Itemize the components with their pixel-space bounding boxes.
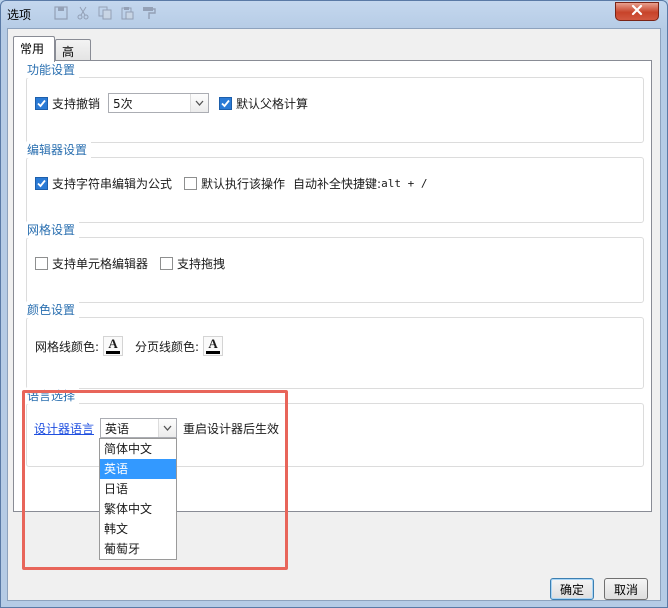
string-formula-checkbox[interactable]	[35, 177, 48, 190]
font-color-icon: A	[108, 336, 118, 351]
parent-calc-checkbox[interactable]	[219, 96, 233, 110]
group-title: 功能设置	[27, 61, 80, 78]
undo-label: 支持撤销	[52, 96, 101, 111]
language-option[interactable]: 韩文	[100, 519, 176, 539]
default-execute-checkbox[interactable]	[184, 177, 198, 190]
save-icon	[53, 5, 69, 21]
function-settings-group: 功能设置 支持撤销 5次 默认父格计算	[26, 61, 644, 143]
undo-steps-value: 5次	[113, 96, 133, 111]
string-formula-label: 支持字符串编辑为公式	[52, 177, 173, 191]
tab-advanced[interactable]: 高级	[55, 39, 91, 76]
language-select-value: 英语	[105, 421, 130, 436]
title-bar: 选项	[1, 1, 667, 27]
window-title: 选项	[7, 8, 32, 22]
editor-settings-group: 编辑器设置 支持字符串编辑为公式 默认执行该操作 自动补全快捷键: alt + …	[26, 141, 644, 223]
cut-icon	[75, 5, 91, 21]
language-select[interactable]: 英语	[100, 418, 178, 438]
language-settings-row: 设计器语言 英语 重启设计器后生效	[34, 418, 279, 438]
language-option[interactable]: 简体中文	[100, 439, 176, 459]
chevron-down-icon	[158, 419, 177, 437]
grid-line-color-swatch	[106, 351, 121, 354]
grid-line-color-button[interactable]: A	[103, 336, 124, 356]
cell-editor-checkbox[interactable]	[35, 257, 48, 270]
undo-checkbox[interactable]	[35, 96, 48, 110]
group-title: 语言选择	[27, 387, 80, 404]
color-settings-group: 颜色设置 网格线颜色: A 分页线颜色: A	[26, 301, 644, 389]
drag-label: 支持拖拽	[177, 257, 226, 271]
color-settings-row: 网格线颜色: A 分页线颜色: A	[35, 336, 235, 356]
autocomplete-label: 自动补全快捷键:	[293, 177, 382, 191]
close-button[interactable]	[615, 2, 659, 21]
page-line-color-label: 分页线颜色:	[135, 339, 200, 354]
editor-settings-row: 支持字符串编辑为公式 默认执行该操作 自动补全快捷键: alt + /	[35, 175, 427, 192]
language-option[interactable]: 葡萄牙	[100, 539, 176, 559]
checkmark-icon	[37, 179, 46, 188]
paste-icon	[119, 5, 135, 21]
close-icon	[631, 4, 643, 19]
designer-language-link[interactable]: 设计器语言	[34, 420, 94, 437]
language-option[interactable]: 繁体中文	[100, 499, 176, 519]
language-option[interactable]: 日语	[100, 479, 176, 499]
grid-settings-group: 网格设置 支持单元格编辑器 支持拖拽	[26, 221, 644, 303]
checkmark-icon	[37, 99, 46, 107]
cell-editor-label: 支持单元格编辑器	[52, 257, 149, 271]
group-title: 编辑器设置	[27, 141, 92, 158]
default-execute-label: 默认执行该操作	[201, 177, 286, 191]
page-line-color-button[interactable]: A	[203, 336, 224, 356]
function-settings-row: 支持撤销 5次 默认父格计算	[35, 93, 316, 113]
chevron-down-icon	[190, 94, 209, 112]
copy-icon	[97, 5, 113, 21]
language-option-selected[interactable]: 英语	[100, 459, 176, 479]
ok-button[interactable]: 确定	[550, 578, 594, 600]
autocomplete-shortcut: alt + /	[381, 177, 428, 190]
cancel-button[interactable]: 取消	[604, 578, 648, 600]
quick-toolbar	[53, 5, 157, 23]
language-dropdown-list: 简体中文 英语 日语 繁体中文 韩文 葡萄牙	[99, 438, 177, 560]
group-title: 颜色设置	[27, 301, 80, 318]
grid-settings-row: 支持单元格编辑器 支持拖拽	[35, 255, 233, 272]
checkmark-icon	[221, 99, 230, 107]
grid-line-color-label: 网格线颜色:	[35, 339, 100, 354]
tab-general[interactable]: 常用	[13, 36, 55, 62]
group-title: 网格设置	[27, 221, 80, 238]
font-color-icon: A	[208, 336, 218, 351]
page-line-color-swatch	[206, 351, 221, 354]
undo-steps-select[interactable]: 5次	[108, 93, 210, 113]
parent-calc-label: 默认父格计算	[236, 96, 309, 111]
options-dialog: 选项 常用 高级	[0, 0, 668, 608]
drag-checkbox[interactable]	[160, 257, 174, 270]
format-painter-icon	[141, 5, 157, 21]
restart-note: 重启设计器后生效	[183, 421, 280, 436]
